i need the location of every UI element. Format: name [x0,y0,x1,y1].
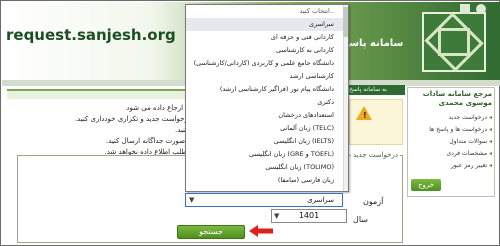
dropdown-option[interactable]: دانشگاه پیام نور (فراگیر کارشناسی ارشد) [186,83,348,96]
warning-mark: ! [363,111,367,120]
site-url: request.sanjesh.org [6,26,176,44]
bullet-icon: ◂ [487,126,492,133]
info-icon[interactable] [476,4,486,14]
sidebar-menu: ◂ درخواست جدید ◂ درخواست ها و پاسخ ها ◂ … [410,112,492,172]
dropdown-option[interactable]: (TOLIMO) زبان انگلیسی [186,161,348,174]
dropdown-option[interactable]: کارشناسی ارشد [186,70,348,83]
year-value: 1401 [298,211,320,220]
red-arrow-icon [249,225,273,237]
search-button[interactable]: جستجو [177,225,245,239]
sidebar-item-requests[interactable]: ◂ درخواست ها و پاسخ ها [410,124,492,136]
bullet-icon: ◂ [487,150,492,157]
sidebar-title: مرجع سامانه سادات موسوی محمدی [422,90,492,107]
sidebar-item-label: سوالات متداول [449,138,488,145]
dropdown-scrollbar[interactable] [343,5,348,191]
dropdown-option[interactable]: (TOEFL و GRE) زبان انگلیسی [186,148,348,161]
logo-square [438,28,470,56]
site-logo [422,12,486,72]
sidebar-item-profile[interactable]: ◂ مشخصات فردی [410,148,493,160]
exit-button[interactable]: خروج [411,179,441,191]
info-line: درخواست جدید و تکراری خودداری کنید. [74,115,191,123]
dropdown-option[interactable]: زبان فارسی (سامفا) [186,174,348,187]
dropdown-option[interactable]: استعدادهای درخشان [186,109,348,122]
info-line: ه صورت جداگانه ارسال کنید. [105,137,191,145]
dropdown-option[interactable]: ..انتخاب کنید [186,5,348,18]
chevron-down-icon: ▼ [274,212,280,220]
dropdown-option[interactable]: دانشگاه جامع علمی و کاربردی (کاردانی/کار… [186,57,348,70]
sidebar-item-label: تغییر رمز عبور [450,162,488,169]
exam-select[interactable]: ▼ سراسری [185,193,343,207]
dropdown-option[interactable]: (IELTS) زبان انگلیسی [186,135,348,148]
header-title: سامانه پاسخ [342,38,404,49]
exam-dropdown-list[interactable]: ..انتخاب کنید سراسری کاردانی فنی و حرفه … [185,4,349,192]
year-label: سال [353,215,368,224]
sidebar-item-label: مشخصات فردی [446,150,488,157]
dropdown-option[interactable]: کاردانی به کارشناسی [186,44,348,57]
bullet-icon: ◂ [487,114,492,121]
exam-select-value: سراسری [307,196,334,204]
info-line: نکنید. [175,126,191,134]
home-icon[interactable] [460,4,470,14]
dropdown-option[interactable]: دکتری [186,96,348,109]
sidebar-item-label: درخواست ها و پاسخ ها [429,126,488,133]
sidebar-item-password[interactable]: ◂ تغییر رمز عبور [410,160,492,172]
dropdown-option[interactable]: کاردانی فنی و حرفه ای [186,31,348,44]
chevron-down-icon: ▼ [189,196,195,204]
scrollbar-thumb[interactable] [343,7,348,37]
dropdown-option[interactable]: سراسری [186,18,348,31]
year-select[interactable]: ▼ 1401 [271,209,347,223]
bullet-icon: ◂ [487,138,492,145]
notice-panel: به سامانه پاسخ ! [347,85,405,161]
sidebar-item-faq[interactable]: ◂ سوالات متداول [410,136,492,148]
page-frame: request.sanjesh.org سامانه پاسخ به ارجاع… [0,0,500,246]
notice-band: به سامانه پاسخ [347,85,405,95]
dropdown-option[interactable]: (TELC) زبان آلمانی [186,122,348,135]
sidebar-item-label: درخواست جدید [448,114,488,121]
info-line: به ارجاع داده می شود [126,104,191,112]
section-band [7,89,187,99]
info-text: به ارجاع داده می شود درخواست جدید و تکرا… [21,103,191,158]
notice-band-text: به سامانه پاسخ [349,86,387,93]
bullet-icon: ◂ [487,162,492,169]
exam-label: آزمون [363,197,384,206]
warning-box: ! [349,99,403,145]
sidebar-item-new-request[interactable]: ◂ درخواست جدید [410,112,492,124]
